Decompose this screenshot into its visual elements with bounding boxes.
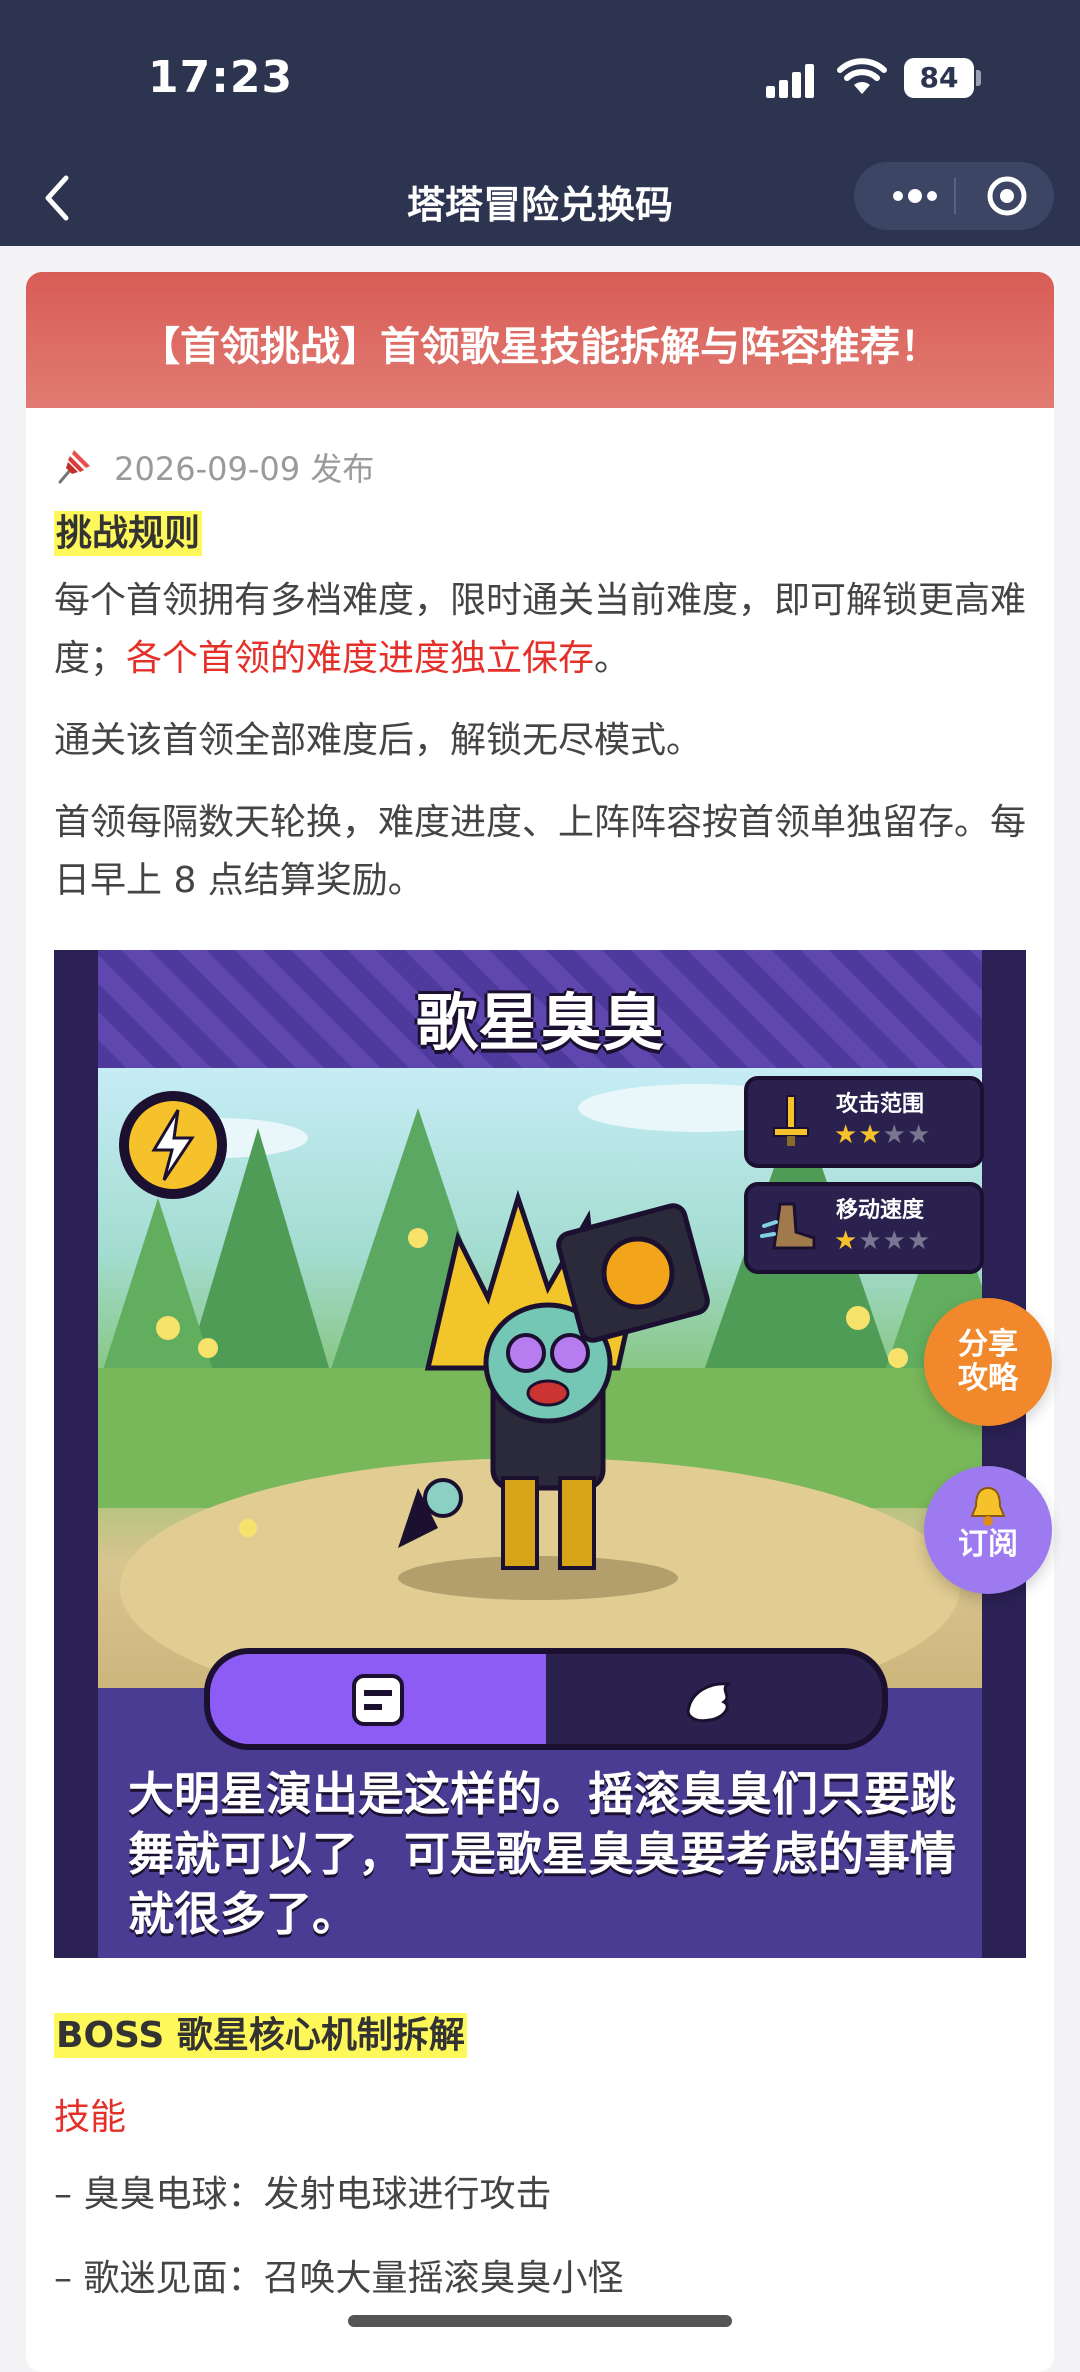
- more-dots-icon[interactable]: [880, 162, 950, 230]
- publish-meta: 2026-09-09 发布: [54, 444, 374, 490]
- bell-icon: [970, 1486, 1006, 1526]
- star-empty-icon: ★: [906, 1120, 932, 1150]
- article-card: 【首领挑战】首领歌星技能拆解与阵容推荐！ 2026-09-09 发布 挑战规则 …: [26, 272, 1054, 2372]
- stat-label-move-speed: 移动速度: [836, 1198, 925, 1223]
- boss-card-tabs: [204, 1648, 888, 1750]
- subscribe-label: 订阅: [958, 1527, 1018, 1562]
- status-time: 17:23: [148, 52, 294, 103]
- boss-name: 歌星臭臭: [415, 986, 664, 1059]
- article-banner: 【首领挑战】首领歌星技能拆解与阵容推荐！: [26, 272, 1054, 408]
- stat-move-speed: 移动速度 ★★★★: [744, 1182, 984, 1274]
- subscribe-button[interactable]: 订阅: [924, 1466, 1052, 1594]
- capsule-divider: [954, 178, 956, 214]
- stat-label-attack-range: 攻击范围: [836, 1092, 925, 1117]
- nav-bar: 塔塔冒险兑换码: [0, 150, 1080, 246]
- boss-card-header: 歌星臭臭: [98, 950, 982, 1068]
- star-filled-icon: ★: [834, 1120, 859, 1150]
- star-empty-icon: ★: [906, 1226, 932, 1256]
- sword-icon: [773, 1095, 809, 1146]
- rules-heading: 挑战规则: [54, 511, 203, 556]
- skill-item-2: – 歌迷见面：召唤大量摇滚臭臭小怪: [54, 2258, 624, 2299]
- claw-icon: [686, 1682, 732, 1723]
- share-label-line2: 攻略: [958, 1361, 1018, 1396]
- star-empty-icon: ★: [882, 1120, 907, 1150]
- wifi-icon: [837, 58, 887, 94]
- status-bar: 17:23 84: [0, 0, 1080, 150]
- boss-image: 歌星臭臭 攻击范围 ★★★★ 移动速度 ★★★★ 大明星演出是这样的。摇滚臭臭们…: [54, 950, 1026, 1958]
- highlight-red-text: 各个首领的难度进度独立保存: [126, 638, 595, 679]
- rules-paragraph-2: 通关该首领全部难度后，解锁无尽模式。: [54, 720, 703, 761]
- pushpin-icon: [58, 450, 90, 484]
- skills-heading: 技能: [54, 2097, 127, 2138]
- battery-icon: 84: [904, 58, 974, 98]
- target-circle-icon[interactable]: [972, 162, 1042, 230]
- stat-stars-attack-range: ★★★★: [834, 1120, 931, 1150]
- skill-item-1: – 臭臭电球：发射电球进行攻击: [54, 2174, 552, 2215]
- publish-date: 2026-09-09: [114, 450, 301, 488]
- share-guide-button[interactable]: 分享 攻略: [924, 1298, 1052, 1426]
- boss-description: 大明星演出是这样的。摇滚臭臭们只要跳舞就可以了，可是歌星臭臭要考虑的事情就很多了…: [128, 1767, 956, 1941]
- star-filled-icon: ★: [834, 1226, 859, 1256]
- star-empty-icon: ★: [882, 1226, 907, 1256]
- mini-program-capsule: [854, 162, 1054, 230]
- document-icon: [352, 1674, 404, 1726]
- tab-info: [210, 1654, 546, 1744]
- stat-attack-range: 攻击范围 ★★★★: [744, 1076, 984, 1168]
- rules-paragraph-3: 首领每隔数天轮换，难度进度、上阵阵容按首领单独留存。每日早上 8 点结算奖励。: [54, 802, 1027, 901]
- stat-stars-move-speed: ★★★★: [834, 1226, 931, 1256]
- publish-suffix: 发布: [310, 450, 375, 488]
- boss-section-heading: BOSS 歌星核心机制拆解: [54, 2013, 467, 2058]
- signal-icon: [766, 62, 822, 98]
- rules-paragraph-1: 每个首领拥有多档难度，限时通关当前难度，即可解锁更高难度；各个首领的难度进度独立…: [54, 580, 1027, 679]
- star-filled-icon: ★: [858, 1120, 883, 1150]
- boot-icon: [760, 1202, 816, 1250]
- battery-tip: [976, 70, 981, 86]
- article-content[interactable]: 【首领挑战】首领歌星技能拆解与阵容推荐！ 2026-09-09 发布 挑战规则 …: [0, 246, 1080, 2372]
- share-label-line1: 分享: [958, 1327, 1018, 1362]
- lightning-badge-icon: [119, 1091, 227, 1199]
- article-title: 【首领挑战】首领歌星技能拆解与阵容推荐！: [140, 324, 940, 370]
- home-indicator: [348, 2315, 732, 2327]
- star-empty-icon: ★: [858, 1226, 883, 1256]
